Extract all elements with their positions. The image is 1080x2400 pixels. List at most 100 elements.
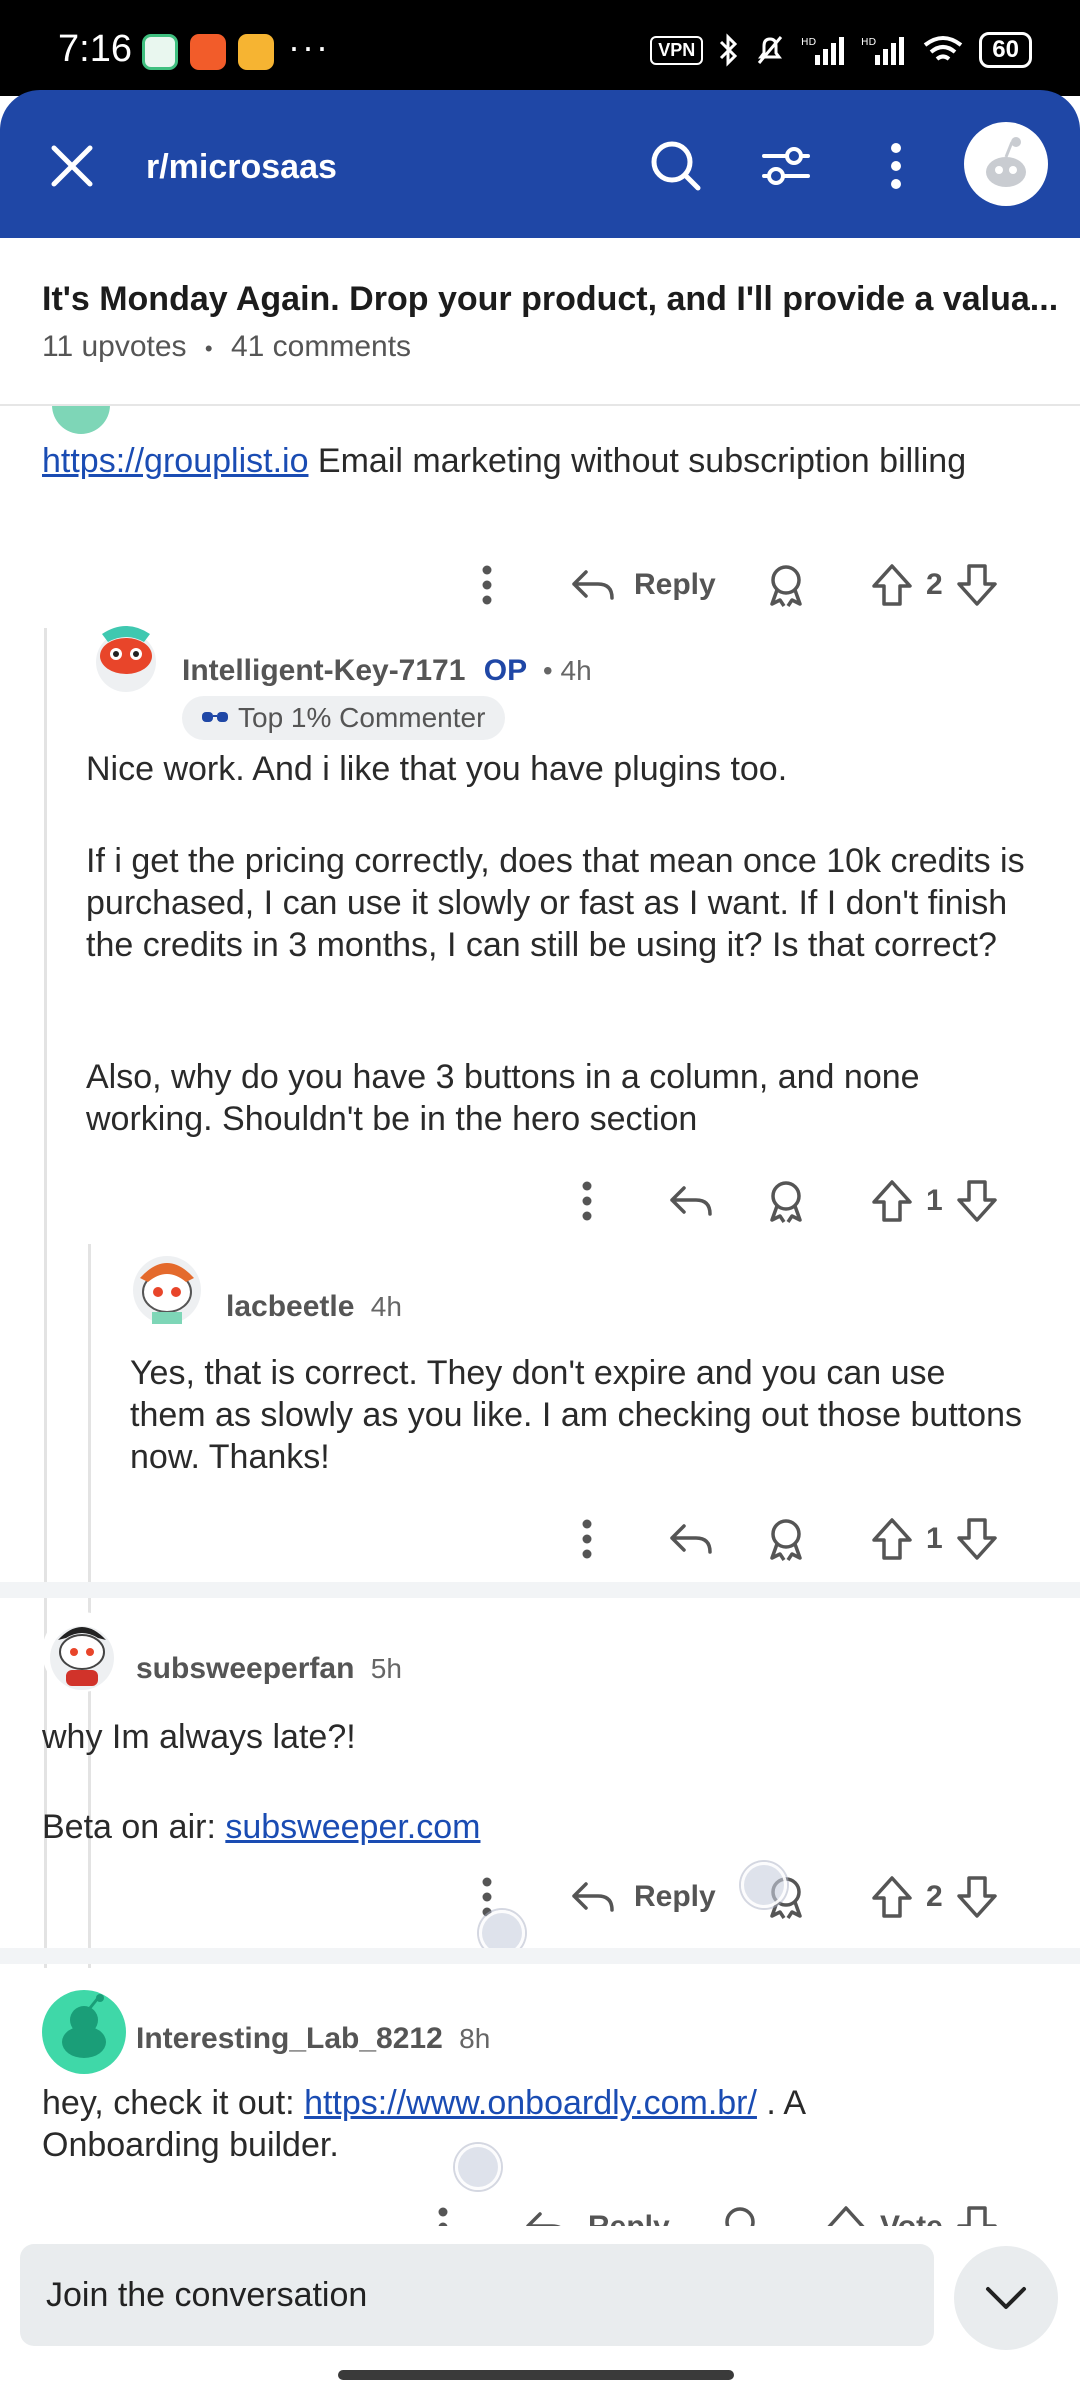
comment-count: 41 comments xyxy=(230,330,412,363)
reply-icon[interactable] xyxy=(668,1516,714,1562)
meta-separator: • xyxy=(204,336,213,361)
reply-button[interactable]: Reply xyxy=(524,2204,670,2226)
signal-icon-2: HD xyxy=(861,37,905,65)
home-indicator[interactable] xyxy=(338,2370,734,2380)
more-options-icon[interactable] xyxy=(572,1516,602,1562)
downvote-icon[interactable] xyxy=(955,1874,999,1920)
award-icon[interactable] xyxy=(764,562,808,608)
user-avatar[interactable] xyxy=(964,122,1048,206)
badge-label: Top 1% Commenter xyxy=(238,702,486,733)
avatar[interactable] xyxy=(124,1242,210,1328)
taobao-notification-icon xyxy=(190,34,226,70)
comment-link[interactable]: https://grouplist.io xyxy=(42,442,308,480)
comment-author[interactable]: Interesting_Lab_8212 xyxy=(136,2022,443,2055)
reply-label: Reply xyxy=(634,1880,716,1913)
downvote-icon[interactable] xyxy=(955,1516,999,1562)
award-icon[interactable] xyxy=(764,1178,808,1224)
bluetooth-icon xyxy=(720,33,738,67)
op-badge: OP xyxy=(483,654,527,687)
comment-divider xyxy=(0,1582,1080,1598)
comment-link[interactable]: https://www.onboardly.com.br/ xyxy=(304,2084,757,2122)
join-conversation-input[interactable]: Join the conversation xyxy=(20,2244,934,2346)
comment-author[interactable]: lacbeetle xyxy=(226,1290,354,1323)
wifi-icon xyxy=(924,36,963,61)
close-icon[interactable] xyxy=(48,142,96,190)
comment-time: • 4h xyxy=(542,655,592,686)
avatar[interactable] xyxy=(88,620,164,696)
more-options-icon[interactable] xyxy=(428,2204,458,2226)
reply-icon xyxy=(572,1882,614,1912)
mail-notification-icon xyxy=(238,34,274,70)
downvote-icon[interactable] xyxy=(955,2204,999,2226)
commenter-badge: Top 1% Commenter xyxy=(182,696,506,740)
upvote-icon[interactable] xyxy=(870,1874,914,1920)
chevron-down-icon xyxy=(986,2287,1026,2309)
subreddit-title[interactable]: r/microsaas xyxy=(146,148,337,187)
comment-author-line: Interesting_Lab_8212 8h xyxy=(136,2022,490,2056)
downvote-icon[interactable] xyxy=(955,1178,999,1224)
vote-controls: 2 xyxy=(870,562,999,608)
reply-button[interactable]: Reply xyxy=(570,1874,716,1920)
vote-controls: 1 xyxy=(870,1516,999,1562)
reply-button[interactable]: Reply xyxy=(570,562,716,608)
reply-icon xyxy=(572,570,614,600)
status-bar: 7:16 ··· VPN HD HD 60 xyxy=(0,0,1080,96)
vote-count: 2 xyxy=(926,1880,943,1913)
status-right: VPN HD HD 60 xyxy=(650,32,1032,68)
sort-filter-icon[interactable] xyxy=(758,138,814,194)
vote-count: 1 xyxy=(926,1184,943,1217)
post-header[interactable]: It's Monday Again. Drop your product, an… xyxy=(0,238,1080,406)
sunglasses-icon xyxy=(202,712,228,722)
avatar xyxy=(52,406,110,434)
more-options-icon[interactable] xyxy=(868,138,924,194)
comment-author-line: lacbeetle 4h xyxy=(226,1290,402,1324)
comment-author-line: Intelligent-Key-7171 OP • 4h xyxy=(182,654,592,688)
comment-thread: https://grouplist.io Email marketing wit… xyxy=(0,406,1080,2226)
collapse-button[interactable] xyxy=(954,2246,1058,2350)
comment-author[interactable]: Intelligent-Key-7171 xyxy=(182,654,465,687)
comment-body-para: If i get the pricing correctly, does tha… xyxy=(86,842,1025,964)
post-title[interactable]: It's Monday Again. Drop your product, an… xyxy=(42,280,1058,319)
award-icon[interactable] xyxy=(764,1516,808,1562)
upvote-icon[interactable] xyxy=(870,562,914,608)
comment-divider xyxy=(0,1948,1080,1964)
search-icon[interactable] xyxy=(648,138,704,194)
touch-indicator xyxy=(741,1862,787,1908)
avatar[interactable] xyxy=(42,1612,122,1692)
upvote-icon[interactable] xyxy=(870,1516,914,1562)
more-options-icon[interactable] xyxy=(572,1178,602,1224)
vote-count: 1 xyxy=(926,1522,943,1555)
comment-link[interactable]: subsweeper.com xyxy=(225,1808,480,1846)
battery-icon: 60 xyxy=(979,32,1032,68)
vote-controls: Vote xyxy=(824,2204,999,2226)
avatar[interactable] xyxy=(42,1990,126,2074)
status-time: 7:16 xyxy=(58,28,132,70)
reply-label: Reply xyxy=(588,2210,670,2226)
reply-icon[interactable] xyxy=(668,1178,714,1224)
vpn-icon: VPN xyxy=(650,35,704,65)
downvote-icon[interactable] xyxy=(955,562,999,608)
upvote-icon[interactable] xyxy=(824,2204,868,2226)
comment-time: 5h xyxy=(370,1653,402,1684)
vote-label: Vote xyxy=(880,2210,943,2226)
more-notifications-icon: ··· xyxy=(288,26,330,67)
more-options-icon[interactable] xyxy=(472,562,502,608)
comment-body: https://grouplist.io Email marketing wit… xyxy=(42,442,967,480)
comment-time: 4h xyxy=(370,1291,402,1322)
vote-count: 2 xyxy=(926,568,943,601)
post-meta: 11 upvotes • 41 comments xyxy=(42,330,411,364)
comment-author[interactable]: subsweeperfan xyxy=(136,1652,354,1685)
snoo-avatar-icon xyxy=(986,137,1026,187)
award-icon[interactable] xyxy=(718,2204,762,2226)
comment-time: 8h xyxy=(459,2023,491,2054)
vote-controls: 2 xyxy=(870,1874,999,1920)
comment-body: Yes, that is correct. They don't expire … xyxy=(130,1354,1023,1476)
svg-text:HD: HD xyxy=(861,37,877,48)
comment-body-para: Beta on air: subsweeper.com xyxy=(42,1808,481,1846)
upvote-icon[interactable] xyxy=(870,1178,914,1224)
reply-icon xyxy=(526,2212,561,2226)
comment-author-line: subsweeperfan 5h xyxy=(136,1652,402,1686)
upvote-count: 11 upvotes xyxy=(42,330,187,363)
mute-icon xyxy=(758,36,783,64)
touch-indicator xyxy=(455,2144,501,2190)
